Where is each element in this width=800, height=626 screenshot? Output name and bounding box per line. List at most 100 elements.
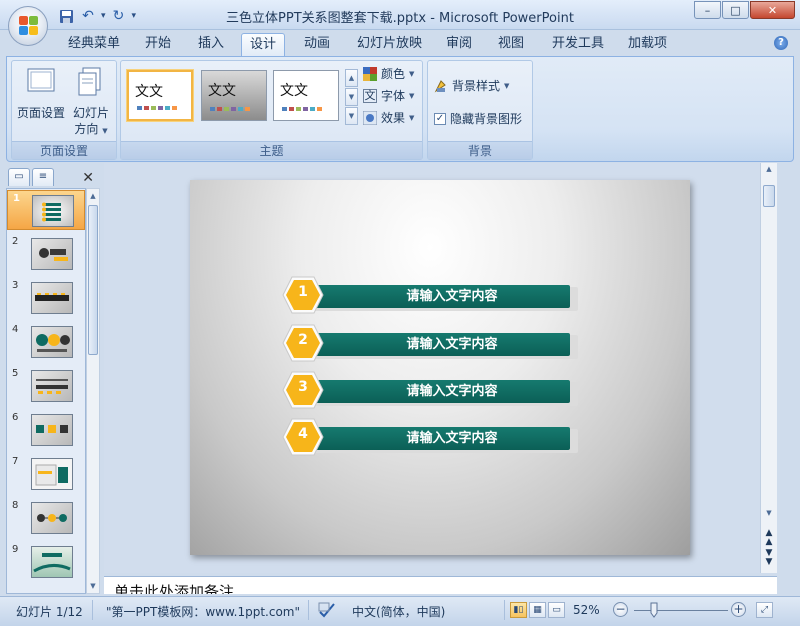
slide-number: 6 [12, 412, 19, 423]
slide-thumbnail[interactable]: 2 [7, 234, 85, 274]
close-pane-icon[interactable]: ✕ [82, 170, 94, 186]
item-text[interactable]: 请输入文字内容 [308, 285, 570, 308]
hide-background-graphics-checkbox[interactable]: ✓ 隐藏背景图形 [434, 110, 522, 127]
tab-classic-menu[interactable]: 经典菜单 [60, 33, 128, 56]
slide-edit-area: 请输入文字内容 1 请输入文字内容 2 请输入文字内容 3 请输入文字内容 4 … [104, 163, 777, 573]
slide-orientation-icon [78, 67, 101, 96]
normal-view-button[interactable]: ▮▯ [510, 602, 527, 618]
slide-number: 1 [13, 193, 20, 204]
tab-animations[interactable]: 动画 [296, 33, 338, 56]
notes-pane[interactable]: 单击此处添加备注 [104, 576, 777, 594]
theme-thumb-gray[interactable]: 文文 [201, 70, 267, 121]
slide-preview [31, 238, 73, 270]
theme-thumb-white[interactable]: 文文 [273, 70, 339, 121]
item-text[interactable]: 请输入文字内容 [308, 427, 570, 450]
slide-sorter-view-button[interactable]: ▦ [529, 602, 546, 618]
theme-effects-label: 效果 [381, 111, 406, 125]
slide-thumbnail[interactable]: 3 [7, 278, 85, 318]
theme-fonts-button[interactable]: 文 字体 ▼ [363, 87, 414, 104]
slide-preview [31, 458, 73, 490]
slide-show-view-button[interactable]: ▭ [548, 602, 565, 618]
fit-to-window-button[interactable]: ⤢ [756, 602, 773, 618]
slide-thumbnail[interactable]: 1 [7, 190, 85, 230]
slides-pane-scrollbar[interactable]: ▲ ▼ [86, 188, 100, 594]
spelling-check-icon[interactable] [318, 602, 336, 618]
slide-thumbnail[interactable]: 8 [7, 498, 85, 538]
theme-name: "第一PPT模板网：www.1ppt.com" [106, 605, 301, 619]
scrollbar-thumb[interactable] [763, 185, 775, 207]
list-item[interactable]: 请输入文字内容 4 [282, 418, 582, 458]
theme-thumb-office[interactable]: 文文 [127, 70, 193, 121]
maximize-button[interactable]: □ [722, 1, 749, 19]
gallery-up-icon[interactable]: ▲ [345, 69, 358, 87]
group-label-background: 背景 [428, 141, 532, 159]
group-background: 背景样式▼ ✓ 隐藏背景图形 ↘ 背景 [427, 60, 533, 160]
tab-insert[interactable]: 插入 [190, 33, 232, 56]
outline-tab-icon[interactable]: ≡ [32, 168, 54, 186]
slide-preview [31, 370, 73, 402]
slide-thumbnail[interactable]: 6 [7, 410, 85, 450]
tab-design[interactable]: 设计 [241, 33, 286, 56]
slide-number: 3 [12, 280, 19, 291]
slide-number: 4 [12, 324, 19, 335]
slide-preview [31, 326, 73, 358]
slide-preview [32, 195, 74, 227]
theme-gallery-scroll: ▲ ▼ ▼ [345, 69, 358, 125]
theme-fonts-label: 字体 [381, 89, 406, 103]
slide-number: 9 [12, 544, 19, 555]
slide-preview [31, 502, 73, 534]
theme-colors-button[interactable]: 颜色 ▼ [363, 65, 414, 82]
next-slide-icon[interactable]: ▼ ▼ [761, 549, 777, 567]
slide-orientation-button[interactable]: 幻灯片 方向 ▼ [68, 65, 114, 139]
office-logo-icon [19, 16, 38, 35]
theme-thumb-text: 文文 [135, 84, 163, 100]
scroll-up-icon[interactable]: ▲ [87, 189, 99, 203]
scroll-up-icon[interactable]: ▲ [761, 165, 777, 173]
close-button[interactable]: ✕ [750, 1, 795, 19]
chevron-down-icon: ▼ [102, 127, 108, 135]
zoom-out-button[interactable]: − [613, 602, 628, 617]
zoom-level[interactable]: 52% [573, 603, 600, 617]
scrollbar-thumb[interactable] [88, 205, 98, 355]
zoom-slider-thumb[interactable] [650, 602, 658, 618]
colors-icon [363, 66, 377, 81]
item-number: 3 [298, 379, 308, 395]
slide-thumbnail[interactable]: 5 [7, 366, 85, 406]
theme-effects-button[interactable]: 效果 ▼ [363, 109, 414, 126]
chevron-down-icon: ▼ [409, 69, 415, 78]
page-setup-button[interactable]: 页面设置 [16, 65, 66, 121]
tab-developer[interactable]: 开发工具 [544, 33, 612, 56]
gallery-more-icon[interactable]: ▼ [345, 107, 358, 125]
previous-slide-icon[interactable]: ▲ ▲ [761, 529, 777, 547]
item-text[interactable]: 请输入文字内容 [308, 380, 570, 403]
language-indicator[interactable]: 中文(简体，中国) [352, 603, 445, 620]
zoom-slider[interactable] [634, 610, 728, 611]
gallery-down-icon[interactable]: ▼ [345, 88, 358, 106]
background-styles-button[interactable]: 背景样式 ▼ [434, 77, 509, 94]
tab-review[interactable]: 审阅 [438, 33, 480, 56]
zoom-in-button[interactable]: + [731, 602, 746, 617]
list-item[interactable]: 请输入文字内容 1 [282, 276, 582, 316]
scroll-down-icon[interactable]: ▼ [761, 509, 777, 517]
slide-thumbnail[interactable]: 4 [7, 322, 85, 362]
main-scrollbar[interactable]: ▲ ▼ ▲ ▲ ▼ ▼ [760, 163, 777, 573]
slide-thumbnail[interactable]: 7 [7, 454, 85, 494]
tab-home[interactable]: 开始 [137, 33, 179, 56]
scroll-down-icon[interactable]: ▼ [87, 579, 99, 593]
slides-tab-icon[interactable]: ▭ [8, 168, 30, 186]
tab-view[interactable]: 视图 [490, 33, 532, 56]
minimize-button[interactable]: – [694, 1, 721, 19]
office-button[interactable] [8, 6, 48, 46]
group-themes: 文文 文文 文文 ▲ ▼ ▼ 颜色 ▼ 文 字体 ▼ 效果 ▼ 主题 [120, 60, 423, 160]
list-item[interactable]: 请输入文字内容 2 [282, 324, 582, 364]
page-setup-label: 页面设置 [16, 106, 65, 120]
help-icon[interactable]: ? [774, 36, 788, 50]
list-item[interactable]: 请输入文字内容 3 [282, 371, 582, 411]
tab-add-ins[interactable]: 加载项 [620, 33, 675, 56]
slide-thumbnail[interactable]: 9 [7, 542, 85, 582]
current-slide[interactable]: 请输入文字内容 1 请输入文字内容 2 请输入文字内容 3 请输入文字内容 4 [190, 180, 690, 555]
tab-slide-show[interactable]: 幻灯片放映 [349, 33, 430, 56]
hide-background-graphics-label: 隐藏背景图形 [450, 112, 523, 126]
item-text[interactable]: 请输入文字内容 [308, 333, 570, 356]
theme-thumb-text: 文文 [208, 83, 236, 99]
